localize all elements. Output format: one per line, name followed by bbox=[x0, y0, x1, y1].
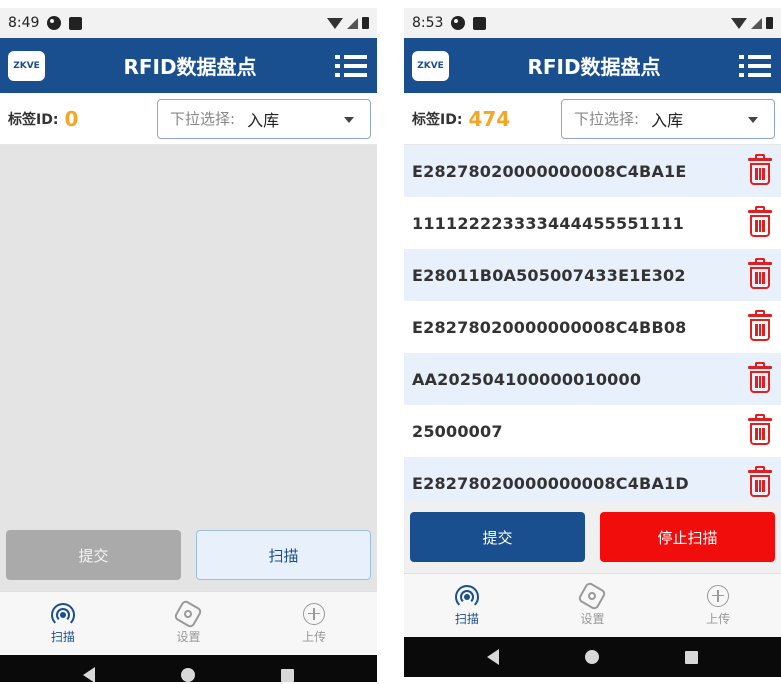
filter-bar: 标签ID: 474 下拉选择: 入库 bbox=[404, 93, 781, 145]
menu-icon[interactable] bbox=[738, 52, 773, 80]
dropdown-prefix: 下拉选择: bbox=[574, 110, 640, 128]
settings-icon bbox=[577, 580, 608, 611]
bottom-nav: 扫描 设置 上传 bbox=[404, 573, 781, 637]
list-item[interactable]: 111122223333444455551111 bbox=[404, 197, 781, 249]
menu-icon[interactable] bbox=[334, 52, 369, 80]
app-title: RFID数据盘点 bbox=[527, 55, 661, 79]
nav-item-upload[interactable]: 上传 bbox=[678, 584, 758, 627]
tag-list-empty bbox=[0, 145, 377, 519]
notification-icon bbox=[47, 16, 62, 30]
app-header: ZKVE RFID数据盘点 bbox=[404, 38, 781, 93]
dropdown-value: 入库 bbox=[651, 110, 684, 130]
trash-icon[interactable] bbox=[747, 310, 773, 342]
trash-icon[interactable] bbox=[747, 206, 773, 238]
submit-button[interactable]: 提交 bbox=[410, 512, 585, 562]
app-notification-icon bbox=[69, 16, 83, 30]
trash-icon[interactable] bbox=[747, 258, 773, 290]
logo-text: ZKVE bbox=[417, 60, 444, 71]
signal-icon bbox=[751, 17, 762, 29]
dropdown-prefix: 下拉选择: bbox=[170, 110, 236, 128]
list-item[interactable]: AA202504100000010000 bbox=[404, 353, 781, 405]
nav-label-settings: 设置 bbox=[176, 629, 201, 644]
bottom-nav: 扫描 设置 上传 bbox=[0, 591, 377, 655]
tag-epc: E28011B0A505007433E1E302 bbox=[412, 265, 686, 285]
nav-item-upload[interactable]: 上传 bbox=[274, 602, 354, 645]
nav-item-scan[interactable]: 扫描 bbox=[427, 584, 507, 627]
recent-apps-icon[interactable] bbox=[281, 668, 294, 682]
tag-epc: AA202504100000010000 bbox=[412, 369, 642, 389]
status-bar: 8:49 bbox=[0, 8, 377, 38]
tag-id-label: 标签ID: bbox=[412, 111, 463, 128]
upload-plus-icon bbox=[303, 602, 326, 625]
list-item[interactable]: E28278020000000008C4BA1E bbox=[404, 145, 781, 197]
nav-label-scan: 扫描 bbox=[454, 611, 479, 626]
action-bar: 提交 停止扫描 bbox=[404, 501, 781, 573]
nav-item-settings[interactable]: 设置 bbox=[552, 580, 632, 627]
system-nav-bar bbox=[404, 637, 781, 677]
scan-icon bbox=[50, 602, 75, 627]
app-title: RFID数据盘点 bbox=[123, 55, 257, 79]
caret-down-icon bbox=[748, 116, 758, 123]
tag-count: 0 bbox=[64, 106, 79, 131]
tag-count: 474 bbox=[468, 106, 511, 131]
home-icon[interactable] bbox=[585, 650, 599, 664]
status-time: 8:49 bbox=[8, 15, 40, 31]
screenshot-stage: 8:49 ZKVE RFID数据盘点 标签ID: 0 下拉选择: 入库 提交 扫… bbox=[0, 0, 781, 684]
nav-item-settings[interactable]: 设置 bbox=[148, 598, 228, 645]
battery-icon bbox=[362, 17, 369, 29]
app-notification-icon bbox=[473, 16, 487, 30]
trash-icon[interactable] bbox=[747, 414, 773, 446]
nav-label-settings: 设置 bbox=[580, 611, 605, 626]
tag-epc: E28278020000000008C4BB08 bbox=[412, 317, 687, 337]
battery-icon bbox=[766, 17, 773, 29]
scan-button[interactable]: 扫描 bbox=[196, 530, 371, 580]
operation-dropdown[interactable]: 下拉选择: 入库 bbox=[561, 98, 775, 139]
system-nav-bar bbox=[0, 655, 377, 682]
recent-apps-icon[interactable] bbox=[685, 650, 698, 664]
trash-icon[interactable] bbox=[747, 362, 773, 394]
caret-down-icon bbox=[344, 116, 354, 123]
signal-icon bbox=[347, 17, 358, 29]
list-item[interactable]: E28278020000000008C4BA1D bbox=[404, 457, 781, 501]
home-icon[interactable] bbox=[181, 668, 195, 682]
settings-icon bbox=[173, 598, 204, 629]
wifi-icon bbox=[327, 17, 343, 29]
filter-bar: 标签ID: 0 下拉选择: 入库 bbox=[0, 93, 377, 145]
operation-dropdown[interactable]: 下拉选择: 入库 bbox=[157, 98, 371, 139]
nav-label-scan: 扫描 bbox=[50, 629, 75, 644]
tag-id-label: 标签ID: bbox=[8, 111, 59, 128]
nav-label-upload: 上传 bbox=[706, 611, 731, 626]
submit-button[interactable]: 提交 bbox=[6, 530, 181, 580]
list-item[interactable]: 25000007 bbox=[404, 405, 781, 457]
scan-icon bbox=[454, 584, 479, 609]
app-logo: ZKVE bbox=[8, 50, 45, 81]
tag-list: E28278020000000008C4BA1E 111122223333444… bbox=[404, 145, 781, 501]
tag-epc: E28278020000000008C4BA1D bbox=[412, 473, 689, 493]
stop-scan-button[interactable]: 停止扫描 bbox=[600, 512, 775, 562]
nav-item-scan[interactable]: 扫描 bbox=[23, 602, 103, 645]
tag-epc: 25000007 bbox=[412, 421, 503, 441]
list-item[interactable]: E28278020000000008C4BB08 bbox=[404, 301, 781, 353]
back-icon[interactable] bbox=[83, 667, 95, 682]
status-bar: 8:53 bbox=[404, 8, 781, 38]
dropdown-value: 入库 bbox=[247, 110, 280, 130]
tag-epc: E28278020000000008C4BA1E bbox=[412, 161, 687, 181]
nav-label-upload: 上传 bbox=[302, 629, 327, 644]
trash-icon[interactable] bbox=[747, 154, 773, 186]
app-logo: ZKVE bbox=[412, 50, 449, 81]
tag-epc: 111122223333444455551111 bbox=[412, 213, 684, 233]
list-item[interactable]: E28011B0A505007433E1E302 bbox=[404, 249, 781, 301]
phone-screen-scanning: 8:53 ZKVE RFID数据盘点 标签ID: 474 下拉选择: 入库 E2… bbox=[404, 8, 781, 682]
trash-icon[interactable] bbox=[747, 466, 773, 498]
notification-icon bbox=[451, 16, 466, 30]
action-bar: 提交 扫描 bbox=[0, 519, 377, 591]
upload-plus-icon bbox=[707, 584, 730, 607]
logo-text: ZKVE bbox=[13, 60, 40, 71]
status-time: 8:53 bbox=[412, 15, 444, 31]
wifi-icon bbox=[731, 17, 747, 29]
app-header: ZKVE RFID数据盘点 bbox=[0, 38, 377, 93]
phone-screen-idle: 8:49 ZKVE RFID数据盘点 标签ID: 0 下拉选择: 入库 提交 扫… bbox=[0, 8, 377, 682]
back-icon[interactable] bbox=[487, 649, 499, 665]
